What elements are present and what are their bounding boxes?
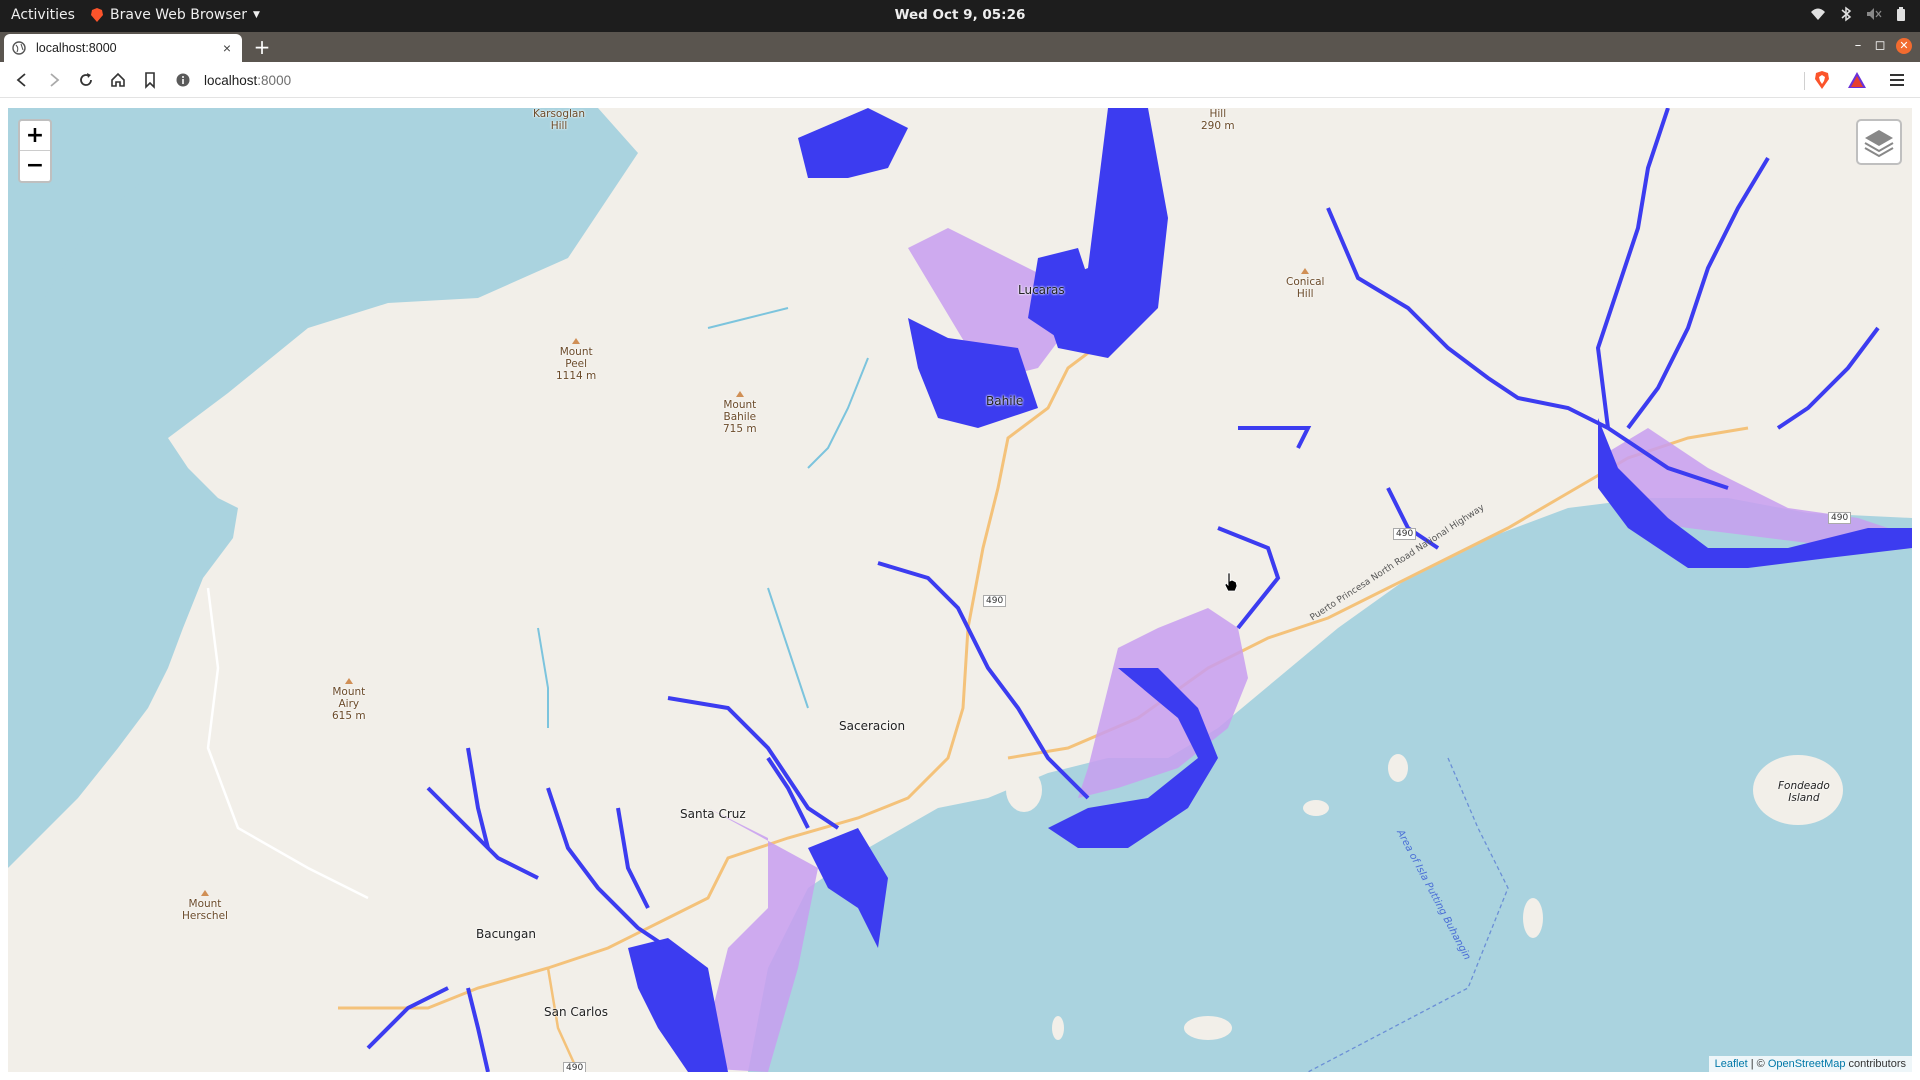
osm-link[interactable]: OpenStreetMap [1768,1058,1846,1070]
islet-6 [1052,1016,1064,1040]
peak-icon [1301,268,1310,274]
new-tab-button[interactable]: + [252,37,272,57]
place-label-santa-cruz: Santa Cruz [680,807,746,821]
peak-icon [735,391,744,397]
place-label-mount-bahile: Mount Bahile 715 m [723,391,757,435]
map-attribution: Leaflet | © OpenStreetMap contributors [1708,1056,1912,1072]
place-label-karsoglan: Karsoglan Hill [533,108,586,132]
back-icon[interactable] [12,70,32,90]
islet-1 [1006,768,1042,812]
islet-2 [1388,754,1408,782]
place-label-hill: Hill 290 m [1201,108,1235,132]
brave-rewards-icon[interactable] [1847,71,1867,89]
bluetooth-icon [1841,6,1852,22]
place-label-bahile: Bahile [986,394,1024,408]
browser-toolbar: localhost:8000 [0,62,1920,98]
home-icon[interactable] [108,70,128,90]
map-tiles [8,108,1912,1072]
maximize-icon[interactable]: ◻ [1874,39,1886,53]
battery-icon [1897,7,1905,21]
leaflet-map[interactable]: Karsoglan Hill Hill 290 m Conical Hill Bahi… [8,108,1912,1072]
islet-4 [1523,898,1543,938]
place-label-bacungan: Bacungan [476,927,536,941]
hand-cursor-icon [1224,572,1238,592]
place-label-mount-peel: Mount Peel 1114 m [556,338,596,382]
menu-icon[interactable] [1888,71,1906,89]
reload-icon[interactable] [76,70,96,90]
system-tray[interactable] [1810,6,1906,22]
zoom-control: + − [18,119,52,183]
road-shield-490-far-east: 490 [1828,512,1852,524]
close-window-icon[interactable]: ✕ [1896,38,1912,54]
minimize-icon[interactable]: – [1852,39,1864,53]
islet-7 [1009,731,1023,745]
zoom-out-button[interactable]: − [20,151,50,181]
road-shield-490-south: 490 [563,1062,587,1072]
islet-3 [1303,800,1329,816]
volume-icon [1867,8,1882,20]
globe-icon [12,41,26,55]
peak-icon [344,678,353,684]
peak-icon [572,338,581,344]
window-controls: – ◻ ✕ [1852,38,1912,54]
place-label-lucaras: Lucaras [1018,283,1065,297]
place-label-saceracion: Saceracion [839,719,906,733]
tab-strip: localhost:8000 × + – ◻ ✕ [0,32,1920,62]
wifi-icon [1811,8,1825,20]
place-label-fondeado-island: Fondeado Island [1778,780,1830,804]
tab-title: localhost:8000 [36,41,117,55]
clock[interactable]: Wed Oct 9, 05:26 [0,7,1920,23]
url-host: localhost [204,72,258,88]
peak-icon [200,890,209,896]
toolbar-divider [1804,72,1805,90]
url-port: :8000 [257,72,292,88]
attribution-separator: | © [1747,1058,1768,1070]
place-label-mount-herschel: Mount Herschel [182,890,228,922]
ferry-route [1307,757,1509,1072]
road-shield-490-east: 490 [1393,528,1417,540]
close-tab-icon[interactable]: × [220,40,234,56]
brave-shields-icon[interactable] [1813,70,1831,90]
zoom-in-button[interactable]: + [20,121,50,151]
layers-control[interactable] [1856,119,1902,165]
place-label-san-carlos: San Carlos [544,1005,608,1019]
system-top-bar: Activities Brave Web Browser ▼ Wed Oct 9… [0,0,1920,32]
address-bar[interactable]: localhost:8000 [176,66,1800,94]
browser-tab[interactable]: localhost:8000 × [4,34,242,62]
layers-icon [1864,130,1894,158]
place-label-conical-hill: Conical Hill [1286,268,1324,300]
bookmark-icon[interactable] [140,70,160,90]
leaflet-link[interactable]: Leaflet [1715,1058,1748,1070]
road-shield-490-center: 490 [983,595,1007,607]
place-label-mount-airy: Mount Airy 615 m [332,678,366,722]
islet-5 [1184,1016,1232,1040]
attribution-contributors: contributors [1845,1058,1906,1070]
forward-icon[interactable] [44,70,64,90]
info-icon[interactable] [176,73,190,87]
